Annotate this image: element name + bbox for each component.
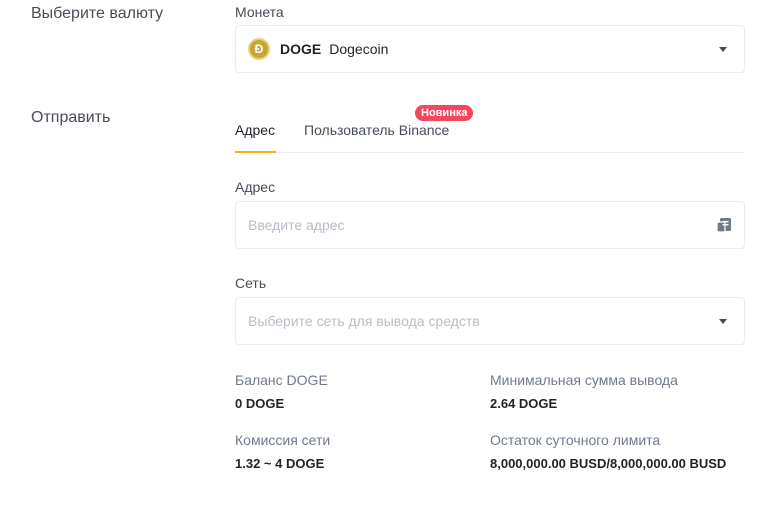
min-withdrawal-value: 2.64 DOGE bbox=[490, 396, 558, 411]
tab-address[interactable]: Адрес bbox=[235, 122, 275, 138]
chevron-down-icon bbox=[719, 47, 727, 52]
address-placeholder: Введите адрес bbox=[248, 217, 345, 233]
network-field-label: Сеть bbox=[235, 275, 267, 291]
network-select[interactable]: Выберите сеть для вывода средств bbox=[235, 297, 745, 345]
address-input[interactable]: Введите адрес bbox=[235, 201, 745, 249]
daily-limit-value: 8,000,000.00 BUSD/8,000,000.00 BUSD bbox=[490, 456, 727, 471]
coin-select[interactable]: Ð DOGE Dogecoin bbox=[235, 25, 745, 73]
network-placeholder: Выберите сеть для вывода средств bbox=[248, 313, 480, 329]
active-tab-indicator bbox=[235, 151, 276, 153]
send-method-tabs: Адрес Пользователь Binance Новинка bbox=[235, 105, 745, 153]
chevron-down-icon bbox=[719, 319, 727, 324]
dogecoin-icon: Ð bbox=[248, 38, 270, 60]
send-label: Отправить bbox=[31, 109, 111, 126]
address-field-label: Адрес bbox=[235, 179, 276, 195]
daily-limit-label: Остаток суточного лимита bbox=[490, 432, 661, 448]
new-badge: Новинка bbox=[415, 105, 474, 121]
network-fee-label: Комиссия сети bbox=[235, 432, 331, 448]
tab-binance-user[interactable]: Пользователь Binance bbox=[304, 122, 449, 138]
coin-name: Dogecoin bbox=[329, 41, 389, 57]
paste-icon[interactable] bbox=[716, 217, 732, 233]
coin-field-label: Монета bbox=[235, 4, 284, 20]
select-currency-label: Выберите валюту bbox=[31, 5, 164, 22]
balance-value: 0 DOGE bbox=[235, 396, 285, 411]
min-withdrawal-label: Минимальная сумма вывода bbox=[490, 372, 678, 388]
coin-code: DOGE bbox=[280, 41, 322, 57]
network-fee-value: 1.32 ~ 4 DOGE bbox=[235, 456, 325, 471]
balance-label: Баланс DOGE bbox=[235, 372, 328, 388]
